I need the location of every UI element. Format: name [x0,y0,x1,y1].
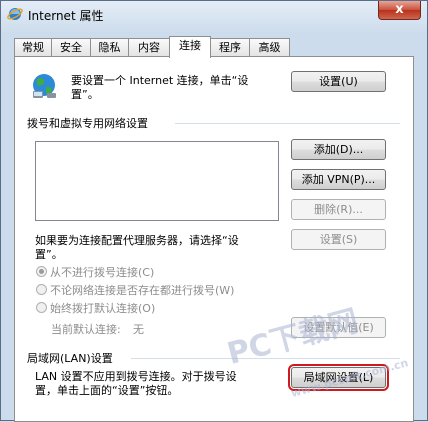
setup-button[interactable]: 设置(U) [291,71,386,92]
dialup-settings-button[interactable]: 设置(S) [291,229,386,250]
title-bar[interactable]: Internet 属性 x [1,1,427,29]
lan-settings-button[interactable]: 局域网设置(L) [288,364,389,391]
set-default-button[interactable]: 设置默认值(E) [291,317,386,338]
close-button[interactable]: x [378,1,421,20]
window-title: Internet 属性 [28,9,104,23]
connections-listbox[interactable] [35,141,279,221]
setup-text-line2: 置”。 [71,88,99,101]
radio-dial-whenever-no-network[interactable]: 不论网络连接是否存在都进行拨号(W) [36,282,234,298]
proxy-text-line1: 如果要为连接配置代理服务器，请选择“设 [35,234,239,247]
dialup-group-label: 拨号和虚拟专用网络设置 [27,117,148,130]
tab-security[interactable]: 安全 [51,38,91,56]
lan-text-line2: 置，单击上面的“设置”按钮。 [35,384,179,397]
tab-privacy[interactable]: 隐私 [90,38,129,56]
proxy-text-line2: 置”。 [35,248,63,261]
lan-group-divider [131,358,400,359]
radio-indicator [36,302,47,313]
current-default-label: 当前默认连接: [51,323,121,336]
current-default-value: 无 [133,323,144,336]
tab-programs[interactable]: 程序 [210,38,250,56]
close-icon: x [395,2,404,17]
add-connection-button[interactable]: 添加(D)... [291,139,386,160]
dialup-group-divider [175,123,400,124]
add-vpn-button[interactable]: 添加 VPN(P)... [291,169,386,190]
tab-general[interactable]: 常规 [14,38,52,56]
lan-group-label: 局域网(LAN)设置 [27,352,113,365]
radio-indicator [36,266,47,277]
tab-content[interactable]: 内容 [128,38,170,56]
radio-never-dial[interactable]: 从不进行拨号连接(C) [36,264,154,280]
delete-connection-button[interactable]: 删除(R)... [291,199,386,220]
radio-indicator [36,284,47,295]
internet-explorer-icon [7,8,23,20]
internet-properties-window: Internet 属性 x 常规 安全 隐私 内容 连接 程序 高级 要设置一个… [0,0,428,422]
tab-advanced[interactable]: 高级 [249,38,290,56]
tab-connections[interactable]: 连接 [169,36,211,58]
globe-network-icon [33,74,56,98]
radio-always-dial-default[interactable]: 始终拨打默认连接(O) [36,300,155,316]
connections-panel: 要设置一个 Internet 连接，单击“设 置”。 设置(U) 拨号和虚拟专用… [14,56,414,422]
